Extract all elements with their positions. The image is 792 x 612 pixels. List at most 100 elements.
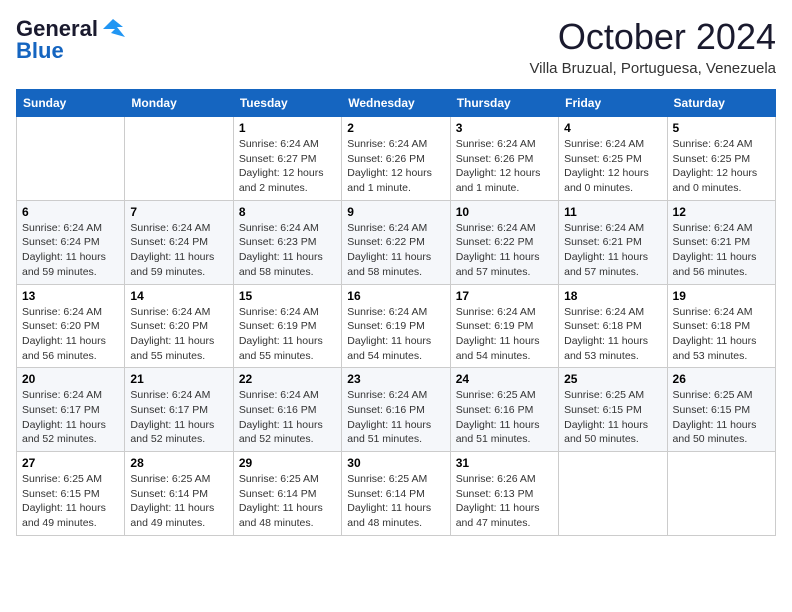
calendar-cell (667, 452, 775, 536)
day-info: Sunrise: 6:24 AMSunset: 6:17 PMDaylight:… (22, 388, 119, 447)
day-number: 31 (456, 456, 553, 470)
day-info: Sunrise: 6:24 AMSunset: 6:26 PMDaylight:… (456, 137, 553, 196)
calendar-cell: 12 Sunrise: 6:24 AMSunset: 6:21 PMDayligh… (667, 200, 775, 284)
day-info: Sunrise: 6:25 AMSunset: 6:14 PMDaylight:… (239, 472, 336, 531)
calendar-cell: 28Sunrise: 6:25 AMSunset: 6:14 PMDayligh… (125, 452, 233, 536)
day-number: 12 (673, 205, 770, 219)
day-info: Sunrise: 6:25 AMSunset: 6:15 PMDaylight:… (22, 472, 119, 531)
weekday-header-thursday: Thursday (450, 90, 558, 117)
calendar-cell: 5 Sunrise: 6:24 AMSunset: 6:25 PMDaylight… (667, 117, 775, 201)
day-info: Sunrise: 6:24 AMSunset: 6:22 PMDaylight:… (456, 221, 553, 280)
calendar-cell: 4 Sunrise: 6:24 AMSunset: 6:25 PMDaylight… (559, 117, 667, 201)
weekday-header-wednesday: Wednesday (342, 90, 450, 117)
day-info: Sunrise: 6:24 AMSunset: 6:18 PMDaylight:… (673, 305, 770, 364)
day-info: Sunrise: 6:24 AMSunset: 6:21 PMDaylight:… (564, 221, 661, 280)
day-number: 19 (673, 289, 770, 303)
day-info: Sunrise: 6:24 AMSunset: 6:19 PMDaylight:… (239, 305, 336, 364)
day-number: 16 (347, 289, 444, 303)
day-info: Sunrise: 6:25 AMSunset: 6:15 PMDaylight:… (673, 388, 770, 447)
day-info: Sunrise: 6:24 AMSunset: 6:23 PMDaylight:… (239, 221, 336, 280)
calendar-week-row: 1Sunrise: 6:24 AMSunset: 6:27 PMDaylight… (17, 117, 776, 201)
day-info: Sunrise: 6:24 AMSunset: 6:19 PMDaylight:… (347, 305, 444, 364)
day-number: 11 (564, 205, 661, 219)
logo: General Blue (16, 16, 125, 64)
calendar-cell: 25 Sunrise: 6:25 AMSunset: 6:15 PMDayligh… (559, 368, 667, 452)
calendar-cell: 18 Sunrise: 6:24 AMSunset: 6:18 PMDayligh… (559, 284, 667, 368)
day-info: Sunrise: 6:24 AMSunset: 6:25 PMDaylight:… (673, 137, 770, 196)
calendar-cell: 17Sunrise: 6:24 AMSunset: 6:19 PMDayligh… (450, 284, 558, 368)
calendar-header-row: SundayMondayTuesdayWednesdayThursdayFrid… (17, 90, 776, 117)
calendar-cell: 31 Sunrise: 6:26 AMSunset: 6:13 PMDayligh… (450, 452, 558, 536)
weekday-header-monday: Monday (125, 90, 233, 117)
title-area: October 2024 Villa Bruzual, Portuguesa, … (529, 16, 776, 77)
month-title: October 2024 (529, 16, 776, 58)
day-number: 1 (239, 121, 336, 135)
day-info: Sunrise: 6:24 AMSunset: 6:24 PMDaylight:… (22, 221, 119, 280)
day-number: 26 (673, 372, 770, 386)
header: General Blue October 2024 Villa Bruzual,… (16, 16, 776, 77)
day-info: Sunrise: 6:24 AMSunset: 6:21 PMDaylight:… (673, 221, 770, 280)
day-info: Sunrise: 6:24 AMSunset: 6:26 PMDaylight:… (347, 137, 444, 196)
calendar-week-row: 6 Sunrise: 6:24 AMSunset: 6:24 PMDaylight… (17, 200, 776, 284)
day-info: Sunrise: 6:24 AMSunset: 6:17 PMDaylight:… (130, 388, 227, 447)
day-number: 8 (239, 205, 336, 219)
calendar-cell: 30 Sunrise: 6:25 AMSunset: 6:14 PMDayligh… (342, 452, 450, 536)
day-number: 25 (564, 372, 661, 386)
day-number: 24 (456, 372, 553, 386)
location-title: Villa Bruzual, Portuguesa, Venezuela (529, 60, 776, 77)
calendar-table: SundayMondayTuesdayWednesdayThursdayFrid… (16, 89, 776, 536)
day-info: Sunrise: 6:24 AMSunset: 6:20 PMDaylight:… (130, 305, 227, 364)
calendar-cell: 22 Sunrise: 6:24 AMSunset: 6:16 PMDayligh… (233, 368, 341, 452)
day-info: Sunrise: 6:25 AMSunset: 6:16 PMDaylight:… (456, 388, 553, 447)
day-number: 14 (130, 289, 227, 303)
day-info: Sunrise: 6:25 AMSunset: 6:14 PMDaylight:… (347, 472, 444, 531)
day-info: Sunrise: 6:25 AMSunset: 6:15 PMDaylight:… (564, 388, 661, 447)
day-info: Sunrise: 6:24 AMSunset: 6:16 PMDaylight:… (239, 388, 336, 447)
day-number: 18 (564, 289, 661, 303)
day-number: 13 (22, 289, 119, 303)
calendar-cell: 9Sunrise: 6:24 AMSunset: 6:22 PMDaylight… (342, 200, 450, 284)
calendar-cell (125, 117, 233, 201)
day-number: 27 (22, 456, 119, 470)
calendar-cell: 14 Sunrise: 6:24 AMSunset: 6:20 PMDayligh… (125, 284, 233, 368)
calendar-cell (17, 117, 125, 201)
day-number: 2 (347, 121, 444, 135)
calendar-cell: 6 Sunrise: 6:24 AMSunset: 6:24 PMDaylight… (17, 200, 125, 284)
weekday-header-saturday: Saturday (667, 90, 775, 117)
day-number: 29 (239, 456, 336, 470)
day-number: 21 (130, 372, 227, 386)
calendar-cell: 13 Sunrise: 6:24 AMSunset: 6:20 PMDayligh… (17, 284, 125, 368)
day-info: Sunrise: 6:24 AMSunset: 6:16 PMDaylight:… (347, 388, 444, 447)
day-number: 7 (130, 205, 227, 219)
day-info: Sunrise: 6:24 AMSunset: 6:24 PMDaylight:… (130, 221, 227, 280)
day-info: Sunrise: 6:24 AMSunset: 6:22 PMDaylight:… (347, 221, 444, 280)
day-info: Sunrise: 6:24 AMSunset: 6:20 PMDaylight:… (22, 305, 119, 364)
day-number: 20 (22, 372, 119, 386)
calendar-cell (559, 452, 667, 536)
calendar-cell: 1Sunrise: 6:24 AMSunset: 6:27 PMDaylight… (233, 117, 341, 201)
weekday-header-tuesday: Tuesday (233, 90, 341, 117)
day-number: 4 (564, 121, 661, 135)
calendar-cell: 21 Sunrise: 6:24 AMSunset: 6:17 PMDayligh… (125, 368, 233, 452)
day-number: 22 (239, 372, 336, 386)
day-number: 17 (456, 289, 553, 303)
weekday-header-sunday: Sunday (17, 90, 125, 117)
day-number: 15 (239, 289, 336, 303)
calendar-week-row: 27 Sunrise: 6:25 AMSunset: 6:15 PMDayligh… (17, 452, 776, 536)
calendar-cell: 10Sunrise: 6:24 AMSunset: 6:22 PMDayligh… (450, 200, 558, 284)
day-number: 5 (673, 121, 770, 135)
day-number: 6 (22, 205, 119, 219)
day-info: Sunrise: 6:26 AMSunset: 6:13 PMDaylight:… (456, 472, 553, 531)
calendar-cell: 20 Sunrise: 6:24 AMSunset: 6:17 PMDayligh… (17, 368, 125, 452)
calendar-cell: 15 Sunrise: 6:24 AMSunset: 6:19 PMDayligh… (233, 284, 341, 368)
calendar-cell: 26 Sunrise: 6:25 AMSunset: 6:15 PMDayligh… (667, 368, 775, 452)
day-number: 3 (456, 121, 553, 135)
day-info: Sunrise: 6:25 AMSunset: 6:14 PMDaylight:… (130, 472, 227, 531)
logo-bird-icon (103, 19, 125, 39)
weekday-header-friday: Friday (559, 90, 667, 117)
calendar-cell: 23Sunrise: 6:24 AMSunset: 6:16 PMDayligh… (342, 368, 450, 452)
day-info: Sunrise: 6:24 AMSunset: 6:18 PMDaylight:… (564, 305, 661, 364)
day-number: 30 (347, 456, 444, 470)
calendar-cell: 2 Sunrise: 6:24 AMSunset: 6:26 PMDaylight… (342, 117, 450, 201)
day-info: Sunrise: 6:24 AMSunset: 6:25 PMDaylight:… (564, 137, 661, 196)
